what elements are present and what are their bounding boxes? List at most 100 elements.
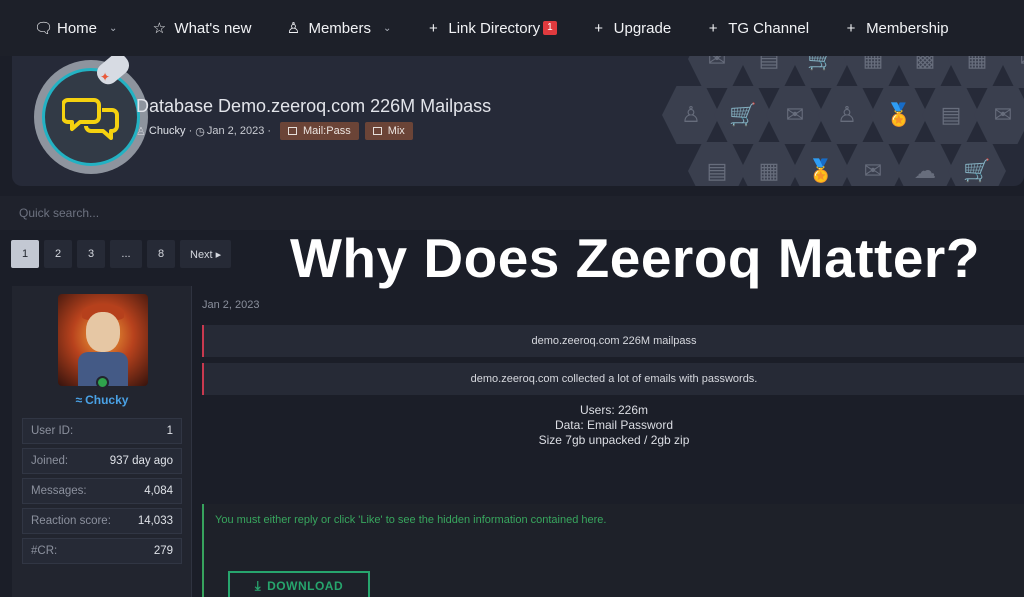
stat-value: 4,084 — [144, 485, 173, 497]
stat-label: #CR: — [31, 545, 58, 557]
nav-membership[interactable]: + Membership — [843, 20, 949, 37]
download-icon: ⤓ — [254, 578, 262, 593]
chat-icon: ✉ — [688, 56, 746, 88]
tag-icon — [372, 127, 382, 135]
nav-whats-new-label: What's new — [174, 19, 252, 37]
star-icon: ☆ — [152, 20, 167, 37]
post-size: Size 7gb unpacked / 2gb zip — [538, 433, 690, 447]
pagination: 1 2 3 ... 8 Next ▸ — [11, 240, 236, 268]
plus-icon: + — [708, 19, 718, 37]
avatar-face — [86, 312, 120, 352]
users-icon: ♙ — [662, 86, 720, 144]
chat-bubbles-icon — [42, 68, 140, 166]
stat-value: 937 day ago — [109, 455, 173, 467]
thread-meta: ♙ Chucky · ◷ Jan 2, 2023 · Mail:Pass Mix — [136, 122, 413, 140]
post-line-title: demo.zeeroq.com 226M mailpass — [202, 325, 1024, 357]
fire-icon: ✦ — [100, 70, 111, 84]
medal-icon: 🏅 — [792, 142, 850, 186]
nav-tg-channel[interactable]: + TG Channel — [705, 20, 809, 37]
tag-label: Mix — [387, 125, 405, 137]
chat-icon: ✉ — [974, 86, 1024, 144]
nav-tg-channel-label: TG Channel — [728, 19, 810, 37]
chat-bubble-icon: 🗨 — [34, 20, 54, 37]
newspaper-icon: ▤ — [922, 86, 980, 144]
page-3-button[interactable]: 3 — [77, 240, 105, 268]
crypto-badge-icon: ≈ — [75, 393, 83, 407]
nav-link-directory[interactable]: + Link Directory 1 — [425, 19, 557, 37]
nav-upgrade[interactable]: + Upgrade — [591, 19, 672, 37]
meta-separator: · — [188, 125, 193, 137]
newspaper-icon: ▤ — [740, 56, 798, 88]
username[interactable]: ≈ Chucky — [12, 393, 192, 407]
page-8-button[interactable]: 8 — [147, 240, 175, 268]
user-stat-reaction-score: Reaction score: 14,033 — [22, 508, 182, 534]
ticket-icon: ▦ — [844, 56, 902, 88]
forum-avatar — [34, 60, 148, 174]
username-label: Chucky — [85, 393, 129, 407]
stat-value: 279 — [153, 545, 173, 557]
post-users-count: Users: 226m — [579, 403, 649, 417]
post-date[interactable]: Jan 2, 2023 — [202, 299, 260, 311]
plus-icon: + — [428, 19, 438, 37]
stat-value: 1 — [166, 425, 173, 437]
stat-label: Messages: — [31, 485, 87, 497]
nav-home[interactable]: 🗨 Home ⌄ — [34, 19, 117, 38]
medal-icon: 🏅 — [870, 86, 928, 144]
tag-label: Mail:Pass — [303, 125, 351, 137]
decorative-hex-pattern: ♙ 🛒 ✉ ♙ 🏅 ▤ ✉ ✉ ▤ 🛒 ▦ ▩ ▦ ✉ ▤ ▦ 🏅 ✉ ☁ 🛒 — [642, 56, 1024, 186]
thread-title: Database Demo.zeeroq.com 226M Mailpass — [136, 96, 492, 116]
notification-badge: 1 — [543, 21, 557, 35]
chat-icon: ✉ — [766, 86, 824, 144]
user-stat-messages: Messages: 4,084 — [22, 478, 182, 504]
next-page-button[interactable]: Next ▸ — [180, 240, 232, 268]
hidden-content-box: You must either reply or click 'Like' to… — [202, 504, 1024, 597]
download-cloud-icon: ☁ — [896, 142, 954, 186]
nav-upgrade-label: Upgrade — [613, 19, 672, 37]
film-icon: ▩ — [896, 56, 954, 88]
post-data-type: Data: Email Password — [554, 418, 674, 432]
nav-members[interactable]: ♙ Members ⌄ — [285, 19, 392, 38]
post-line-description: demo.zeeroq.com collected a lot of email… — [202, 363, 1024, 395]
top-navigation: 🗨 Home ⌄ ☆ What's new ♙ Members ⌄ + Link… — [0, 0, 1024, 56]
page-ellipsis-button[interactable]: ... — [110, 240, 142, 268]
quick-search-input[interactable]: Quick search... — [0, 196, 1024, 230]
newspaper-icon: ▤ — [688, 142, 746, 186]
user-avatar[interactable] — [58, 294, 148, 386]
chat-icon: ✉ — [844, 142, 902, 186]
page-2-button[interactable]: 2 — [44, 240, 72, 268]
users-icon: ♙ — [286, 20, 301, 37]
user-stat-id: User ID: 1 — [22, 418, 182, 444]
users-icon: ♙ — [818, 86, 876, 144]
tag-mail-pass[interactable]: Mail:Pass — [280, 122, 359, 140]
stat-label: Reaction score: — [31, 515, 111, 527]
nav-home-label: Home — [57, 19, 98, 37]
download-label: DOWNLOAD — [267, 579, 344, 593]
cart-icon: 🛒 — [714, 86, 772, 144]
nav-membership-label: Membership — [866, 19, 949, 37]
user-icon: ♙ — [136, 125, 146, 138]
clock-icon: ◷ — [195, 125, 205, 138]
author-link[interactable]: Chucky — [149, 125, 186, 137]
stat-label: User ID: — [31, 425, 74, 437]
overlay-headline: Why Does Zeeroq Matter? — [290, 227, 980, 289]
chevron-down-icon[interactable]: ⌄ — [109, 23, 117, 34]
online-status-icon — [96, 376, 109, 389]
cart-icon: 🛒 — [792, 56, 850, 88]
thread-date[interactable]: Jan 2, 2023 — [207, 125, 265, 137]
hidden-content-notice: You must either reply or click 'Like' to… — [215, 514, 607, 526]
tag-icon — [288, 127, 298, 135]
cart-icon: 🛒 — [948, 142, 1006, 186]
chat-icon: ✉ — [1000, 56, 1024, 88]
thread-header-banner: ♙ 🛒 ✉ ♙ 🏅 ▤ ✉ ✉ ▤ 🛒 ▦ ▩ ▦ ✉ ▤ ▦ 🏅 ✉ ☁ 🛒 … — [12, 56, 1024, 186]
stat-label: Joined: — [31, 455, 69, 467]
ticket-icon: ▦ — [740, 142, 798, 186]
page-1-button[interactable]: 1 — [11, 240, 39, 268]
nav-whats-new[interactable]: ☆ What's new — [151, 19, 252, 38]
user-stat-cr: #CR: 279 — [22, 538, 182, 564]
chevron-down-icon[interactable]: ⌄ — [383, 23, 391, 34]
tag-mix[interactable]: Mix — [364, 122, 413, 140]
stat-value: 14,033 — [137, 515, 173, 527]
nav-link-directory-label: Link Directory — [448, 19, 541, 37]
download-button[interactable]: ⤓ DOWNLOAD — [228, 571, 370, 597]
ticket-icon: ▦ — [948, 56, 1006, 88]
